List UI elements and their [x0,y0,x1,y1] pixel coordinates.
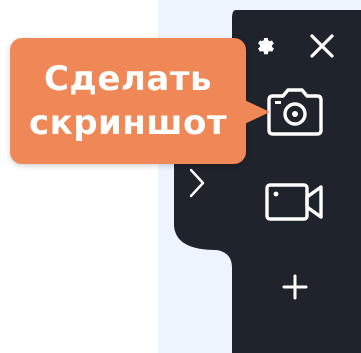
plus-icon[interactable] [280,272,310,302]
tooltip-line-1: Сделать [43,59,213,99]
close-icon[interactable] [306,30,338,62]
tooltip-arrow [236,96,270,128]
chevron-right-icon[interactable] [184,164,210,202]
tooltip-line-2: скриншот [28,103,228,143]
gear-icon[interactable] [252,32,278,58]
screenshot-tooltip: Сделать скриншот [10,38,246,164]
camera-icon[interactable] [262,84,328,140]
video-camera-icon[interactable] [262,176,328,228]
